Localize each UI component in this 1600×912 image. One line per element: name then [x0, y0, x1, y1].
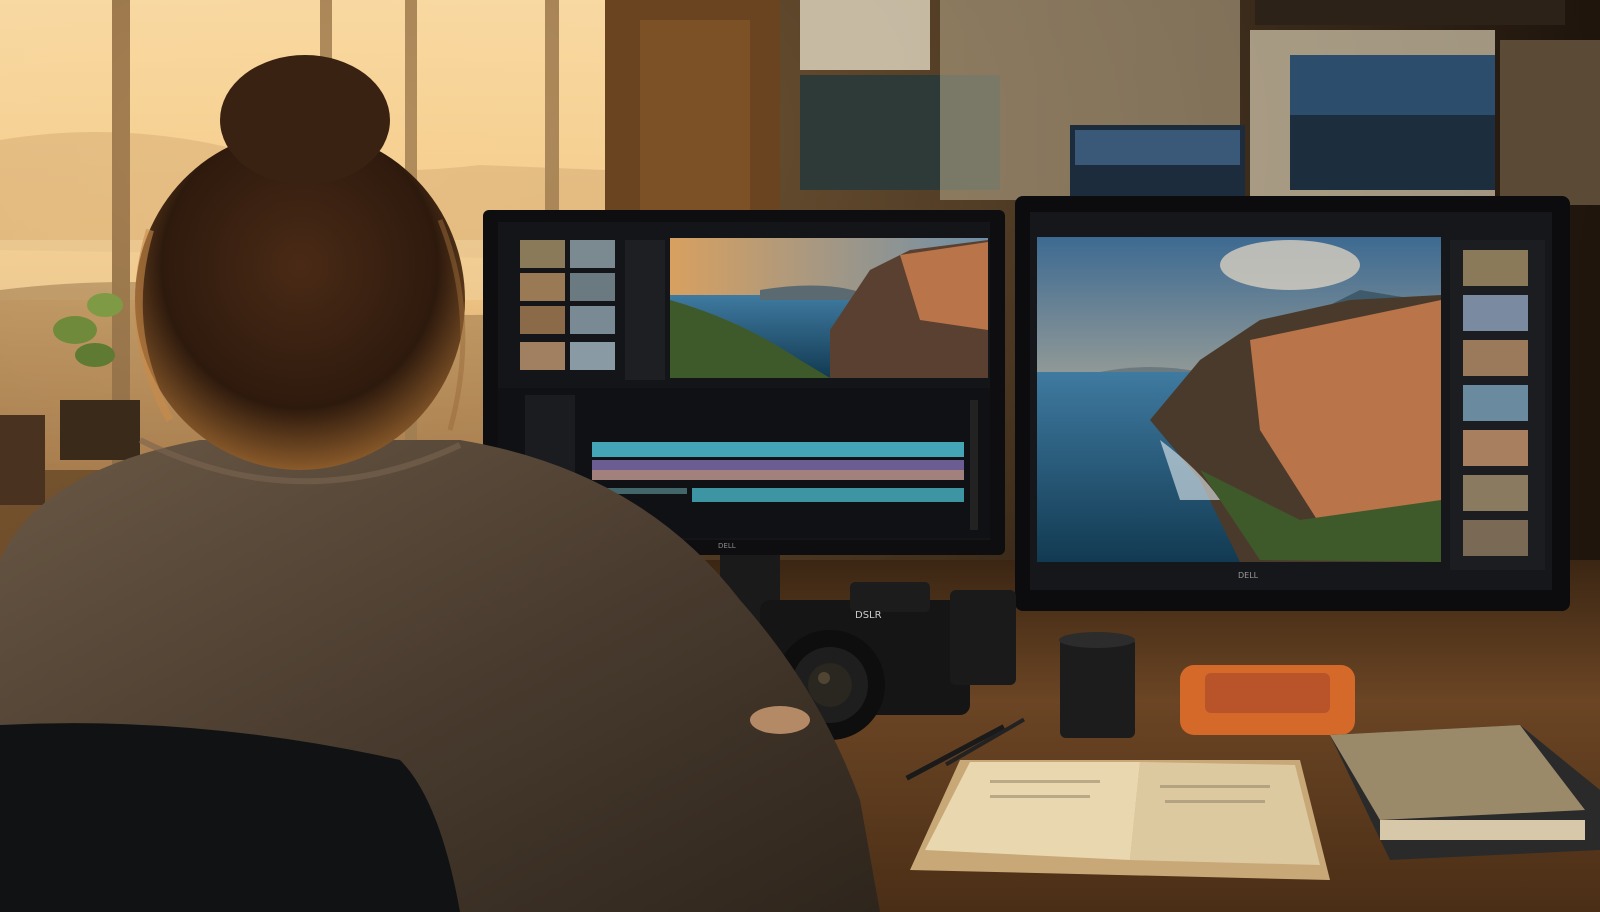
left-monitor-brand: DELL: [718, 542, 736, 550]
open-notebook: [910, 760, 1330, 880]
right-monitor-brand: DELL: [1238, 571, 1259, 580]
external-drive: [1180, 665, 1355, 735]
right-monitor: DELL: [1015, 196, 1570, 611]
coffee-cup: [1059, 632, 1135, 738]
main-preview-image: [1037, 237, 1441, 562]
media-bin: [520, 240, 665, 380]
studio-scene: DELL DELL DSLR: [0, 0, 1600, 912]
lens-cap: [950, 590, 1016, 685]
filmstrip: [1450, 240, 1545, 570]
camera-brand: DSLR: [855, 610, 882, 621]
pinned-photos: [800, 0, 1600, 205]
viewer-image: [670, 238, 988, 378]
